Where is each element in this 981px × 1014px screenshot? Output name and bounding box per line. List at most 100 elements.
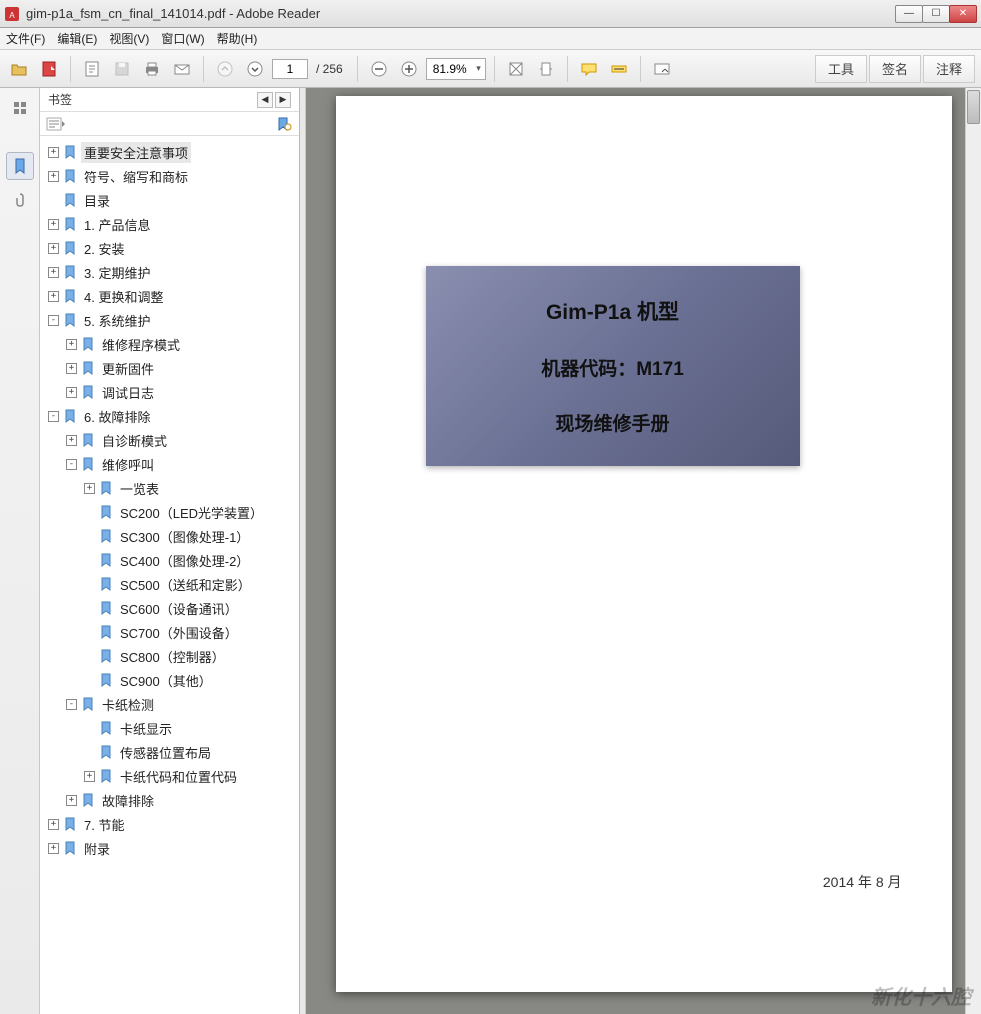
bookmark-item[interactable]: SC900（其他） — [42, 668, 297, 692]
pdf-page: Gim-P1a 机型 机器代码：M171 现场维修手册 2014 年 8 月 — [336, 96, 952, 992]
bookmark-item[interactable]: SC500（送纸和定影） — [42, 572, 297, 596]
print-button[interactable] — [139, 56, 165, 82]
expand-toggle[interactable]: + — [48, 243, 59, 254]
bookmark-item[interactable]: +符号、缩写和商标 — [42, 164, 297, 188]
expand-toggle — [48, 195, 59, 206]
bookmark-item[interactable]: +维修程序模式 — [42, 332, 297, 356]
expand-toggle[interactable]: + — [84, 483, 95, 494]
expand-toggle[interactable]: + — [66, 435, 77, 446]
expand-toggle[interactable]: + — [48, 171, 59, 182]
bookmark-item[interactable]: +2. 安装 — [42, 236, 297, 260]
menu-file[interactable]: 文件(F) — [6, 30, 45, 47]
vertical-scrollbar[interactable] — [965, 88, 981, 1014]
bookmark-item[interactable]: SC300（图像处理-1） — [42, 524, 297, 548]
bookmarks-panel-button[interactable] — [6, 152, 34, 180]
fit-button-2[interactable] — [533, 56, 559, 82]
bookmark-item[interactable]: +7. 节能 — [42, 812, 297, 836]
create-pdf-button[interactable] — [36, 56, 62, 82]
bookmark-label: 调试日志 — [99, 382, 157, 403]
zoom-out-button[interactable] — [366, 56, 392, 82]
bookmark-item[interactable]: +1. 产品信息 — [42, 212, 297, 236]
bookmark-icon — [81, 697, 95, 711]
page-down-button[interactable] — [242, 56, 268, 82]
expand-toggle[interactable]: + — [66, 795, 77, 806]
bookmark-item[interactable]: 卡纸显示 — [42, 716, 297, 740]
bookmark-item[interactable]: +更新固件 — [42, 356, 297, 380]
expand-toggle[interactable]: + — [66, 339, 77, 350]
bookmark-item[interactable]: +故障排除 — [42, 788, 297, 812]
menu-help[interactable]: 帮助(H) — [217, 30, 258, 47]
bookmark-item[interactable]: SC800（控制器） — [42, 644, 297, 668]
bookmark-item[interactable]: +4. 更换和调整 — [42, 284, 297, 308]
bookmarks-toolbar — [40, 112, 299, 136]
bookmark-label: 5. 系统维护 — [81, 310, 153, 331]
expand-toggle[interactable]: + — [48, 819, 59, 830]
bookmark-label: 目录 — [81, 190, 113, 211]
bookmark-item[interactable]: +一览表 — [42, 476, 297, 500]
bookmark-next-button[interactable]: ▶ — [275, 92, 291, 108]
zoom-in-button[interactable] — [396, 56, 422, 82]
bookmark-find-icon[interactable] — [275, 116, 293, 132]
document-view[interactable]: Gim-P1a 机型 机器代码：M171 现场维修手册 2014 年 8 月 新… — [306, 88, 981, 1014]
bookmark-item[interactable]: + 调试日志 — [42, 380, 297, 404]
comment-tool-button[interactable] — [576, 56, 602, 82]
bookmark-icon — [63, 817, 77, 831]
menu-window[interactable]: 窗口(W) — [161, 30, 204, 47]
bookmark-item[interactable]: +附录 — [42, 836, 297, 860]
page-up-button[interactable] — [212, 56, 238, 82]
expand-toggle[interactable]: + — [48, 267, 59, 278]
bookmark-item[interactable]: 目录 — [42, 188, 297, 212]
scrollbar-thumb[interactable] — [967, 90, 980, 124]
bookmark-item[interactable]: +3. 定期维护 — [42, 260, 297, 284]
bookmark-options-icon[interactable] — [46, 116, 66, 132]
thumbnails-panel-button[interactable] — [6, 94, 34, 122]
bookmark-prev-button[interactable]: ◀ — [257, 92, 273, 108]
tools-tab[interactable]: 工具 — [815, 55, 867, 83]
menu-view[interactable]: 视图(V) — [109, 30, 149, 47]
bookmark-item[interactable]: - 5. 系统维护 — [42, 308, 297, 332]
attachments-panel-button[interactable] — [6, 186, 34, 214]
expand-toggle[interactable]: + — [66, 363, 77, 374]
bookmark-item[interactable]: -卡纸检测 — [42, 692, 297, 716]
bookmark-item[interactable]: -维修呼叫 — [42, 452, 297, 476]
bookmark-item[interactable]: SC700（外围设备） — [42, 620, 297, 644]
zoom-select[interactable]: 81.9% — [426, 58, 486, 80]
minimize-button[interactable]: — — [895, 5, 923, 23]
bookmark-item[interactable]: +重要安全注意事项 — [42, 140, 297, 164]
sign-tab[interactable]: 签名 — [869, 55, 921, 83]
fit-button-1[interactable] — [503, 56, 529, 82]
bookmark-item[interactable]: SC600（设备通讯） — [42, 596, 297, 620]
bookmark-item[interactable]: 传感器位置布局 — [42, 740, 297, 764]
bookmark-item[interactable]: -6. 故障排除 — [42, 404, 297, 428]
bookmark-icon — [99, 625, 113, 639]
bookmarks-tree[interactable]: +重要安全注意事项+符号、缩写和商标目录+1. 产品信息+2. 安装+3. 定期… — [40, 136, 299, 1014]
bookmark-item[interactable]: +自诊断模式 — [42, 428, 297, 452]
close-button[interactable]: ✕ — [949, 5, 977, 23]
expand-toggle[interactable]: + — [66, 387, 77, 398]
expand-toggle[interactable]: - — [66, 699, 77, 710]
expand-toggle[interactable]: - — [66, 459, 77, 470]
page-number-input[interactable] — [272, 59, 308, 79]
expand-toggle[interactable]: + — [48, 147, 59, 158]
read-mode-button[interactable] — [649, 56, 675, 82]
save-button[interactable] — [109, 56, 135, 82]
maximize-button[interactable]: ☐ — [922, 5, 950, 23]
highlight-tool-button[interactable] — [606, 56, 632, 82]
bookmark-icon — [99, 577, 113, 591]
expand-toggle[interactable]: + — [48, 219, 59, 230]
expand-toggle[interactable]: - — [48, 411, 59, 422]
menu-edit[interactable]: 编辑(E) — [57, 30, 97, 47]
expand-toggle[interactable]: - — [48, 315, 59, 326]
convert-button[interactable] — [79, 56, 105, 82]
bookmark-item[interactable]: +卡纸代码和位置代码 — [42, 764, 297, 788]
bookmark-label: 1. 产品信息 — [81, 214, 153, 235]
open-button[interactable] — [6, 56, 32, 82]
expand-toggle[interactable]: + — [48, 843, 59, 854]
bookmark-item[interactable]: SC200（LED光学装置） — [42, 500, 297, 524]
expand-toggle[interactable]: + — [84, 771, 95, 782]
expand-toggle[interactable]: + — [48, 291, 59, 302]
comment-tab[interactable]: 注释 — [923, 55, 975, 83]
bookmark-item[interactable]: SC400（图像处理-2） — [42, 548, 297, 572]
email-button[interactable] — [169, 56, 195, 82]
bookmark-icon — [63, 217, 77, 231]
